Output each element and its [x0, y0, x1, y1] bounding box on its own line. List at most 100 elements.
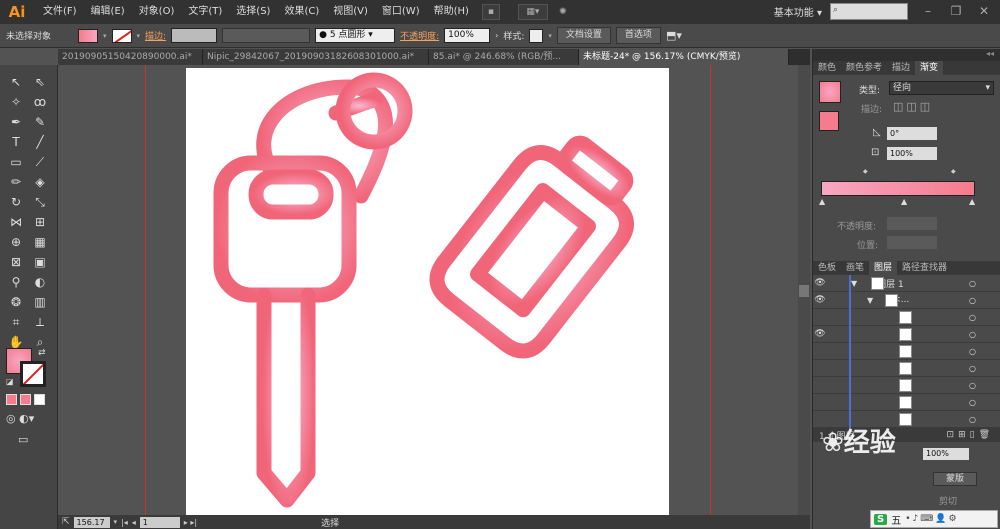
list-item[interactable]: 👁 ○: [813, 326, 1000, 343]
gradient-stop-left[interactable]: ▲: [819, 197, 825, 206]
gradient-preview-swatch[interactable]: [819, 81, 841, 103]
list-item[interactable]: ○: [813, 309, 1000, 326]
layers-footer-icons[interactable]: ⊡⊞▯🗑: [947, 430, 1000, 440]
target-icon[interactable]: ○: [969, 330, 976, 339]
brush-definition[interactable]: ● 5 点圆形 ▾: [315, 28, 396, 43]
list-item[interactable]: ○: [813, 343, 1000, 360]
vertical-scrollbar[interactable]: [798, 65, 810, 515]
target-icon[interactable]: ○: [969, 398, 976, 407]
gradient-slider[interactable]: [821, 181, 975, 196]
stroke-link[interactable]: 描边:: [145, 29, 166, 42]
mesh-tool-icon[interactable]: ⊠: [6, 253, 26, 271]
minimize-icon[interactable]: –: [920, 3, 936, 19]
restore-icon[interactable]: ❐: [948, 3, 964, 19]
perspective-grid-tool-icon[interactable]: ▦: [30, 233, 50, 251]
prev-page-icon[interactable]: ◂: [132, 518, 136, 527]
document-setup-button[interactable]: 文档设置: [556, 27, 611, 44]
paintbrush-tool-icon[interactable]: ⟋: [30, 153, 50, 171]
line-tool-icon[interactable]: ╱: [30, 133, 50, 151]
zoom-field[interactable]: 156.17: [73, 516, 110, 528]
menu-window[interactable]: 窗口(W): [375, 0, 427, 24]
arrange-icon[interactable]: ⬒▾: [666, 29, 682, 42]
menu-edit[interactable]: 编辑(E): [84, 0, 132, 24]
list-item[interactable]: ○: [813, 360, 1000, 377]
tab-color-guide[interactable]: 颜色参考: [841, 61, 887, 75]
chevron-right-icon[interactable]: ›: [495, 31, 498, 40]
variable-width-profile[interactable]: [222, 28, 311, 43]
menu-select[interactable]: 选择(S): [229, 0, 277, 24]
none-mode-icon[interactable]: [34, 394, 45, 405]
width-tool-icon[interactable]: ⋈: [6, 213, 26, 231]
menu-file[interactable]: 文件(F): [36, 0, 84, 24]
chevron-down-icon[interactable]: ▾: [114, 518, 118, 526]
transparency-opacity-field[interactable]: 100%: [923, 448, 969, 460]
gradient-opacity-field[interactable]: [887, 217, 937, 230]
mask-button[interactable]: 蒙版: [933, 472, 977, 486]
expand-icon[interactable]: ▼: [867, 296, 873, 305]
stroke-swatch[interactable]: [111, 28, 132, 43]
drawing-mode-icon[interactable]: ◎ ◐▾: [6, 412, 34, 425]
menu-help[interactable]: 帮助(H): [427, 0, 476, 24]
export-icon[interactable]: ⇱: [62, 517, 70, 527]
target-icon[interactable]: ○: [969, 279, 976, 288]
chevron-down-icon[interactable]: ▾: [103, 32, 107, 40]
eyedropper-tool-icon[interactable]: ⚲: [6, 273, 26, 291]
close-icon[interactable]: ✕: [976, 3, 992, 19]
shape-builder-tool-icon[interactable]: ⊕: [6, 233, 26, 251]
aspect-ratio-field[interactable]: 100%: [887, 147, 937, 160]
opacity-link[interactable]: 不透明度:: [400, 29, 439, 42]
ime-mode[interactable]: 五: [891, 512, 901, 527]
rotate-tool-icon[interactable]: ↻: [6, 193, 26, 211]
magic-wand-tool-icon[interactable]: ✧: [6, 93, 26, 111]
blend-tool-icon[interactable]: ◐: [30, 273, 50, 291]
preferences-button[interactable]: 首选项: [615, 27, 661, 44]
layer-row[interactable]: 👁 ▼ 图层 1 ○: [813, 275, 1000, 292]
gradient-stop-middle[interactable]: ▲: [901, 197, 907, 206]
fill-swatch[interactable]: [78, 28, 99, 43]
default-colors-icon[interactable]: ◪: [6, 377, 14, 386]
gradient-mode-icon[interactable]: [20, 394, 31, 405]
group-row[interactable]: 👁 ▼ <... ○: [813, 292, 1000, 309]
artboard-number-field[interactable]: 1: [139, 516, 180, 528]
car-key-artwork[interactable]: [186, 68, 669, 529]
graph-tool-icon[interactable]: ▥: [30, 293, 50, 311]
tab-document-3[interactable]: 85.ai* @ 246.68% (RGB/预...: [429, 49, 579, 65]
gradient-type-select[interactable]: 径向 ▾: [889, 81, 994, 95]
pencil-tool-icon[interactable]: ✏: [6, 173, 26, 191]
target-icon[interactable]: ○: [969, 381, 976, 390]
tab-gradient[interactable]: 渐变: [915, 61, 944, 75]
tab-brushes[interactable]: 画笔: [841, 261, 869, 275]
eraser-tool-icon[interactable]: ◈: [30, 173, 50, 191]
list-item[interactable]: ○: [813, 394, 1000, 411]
collapse-icon[interactable]: ◂◂: [813, 49, 1000, 61]
eye-icon[interactable]: 👁: [813, 329, 827, 339]
eye-icon[interactable]: 👁: [813, 295, 827, 305]
type-tool-icon[interactable]: T: [6, 133, 26, 151]
menu-object[interactable]: 对象(O): [132, 0, 182, 24]
ime-tool-icons[interactable]: •♪⌨👤⚙: [905, 514, 958, 524]
slice-tool-icon[interactable]: ⟂: [30, 313, 50, 331]
target-icon[interactable]: ○: [969, 313, 976, 322]
help-search-input[interactable]: ⌕: [830, 3, 908, 20]
menu-view[interactable]: 视图(V): [326, 0, 375, 24]
stroke-gradient-options-icon[interactable]: ◫◫◫: [893, 100, 933, 113]
scrollbar-thumb[interactable]: [799, 285, 809, 297]
curvature-tool-icon[interactable]: ✎: [30, 113, 50, 131]
lasso-tool-icon[interactable]: ꝏ: [30, 93, 50, 111]
expand-icon[interactable]: ▼: [851, 279, 857, 288]
pen-tool-icon[interactable]: ✒: [6, 113, 26, 131]
stroke-weight-field[interactable]: [171, 28, 218, 43]
stroke-color-box[interactable]: [20, 361, 46, 387]
style-swatch[interactable]: [529, 28, 544, 43]
tab-document-active[interactable]: 未标题-24* @ 156.17% (CMYK/预览): [579, 49, 789, 65]
scale-tool-icon[interactable]: ⤡: [30, 193, 50, 211]
first-page-icon[interactable]: |◂: [121, 518, 128, 527]
bridge-icon[interactable]: ▪: [481, 4, 500, 20]
tab-pathfinder[interactable]: 路径查找器: [897, 261, 952, 275]
selection-tool-icon[interactable]: ↖: [6, 73, 26, 91]
rectangle-tool-icon[interactable]: ▭: [6, 153, 26, 171]
chevron-down-icon[interactable]: ▾: [548, 32, 552, 40]
gradient-fill-icon[interactable]: [819, 111, 839, 131]
color-mode-icon[interactable]: [6, 394, 17, 405]
screen-mode-icon[interactable]: ▭: [18, 433, 28, 446]
